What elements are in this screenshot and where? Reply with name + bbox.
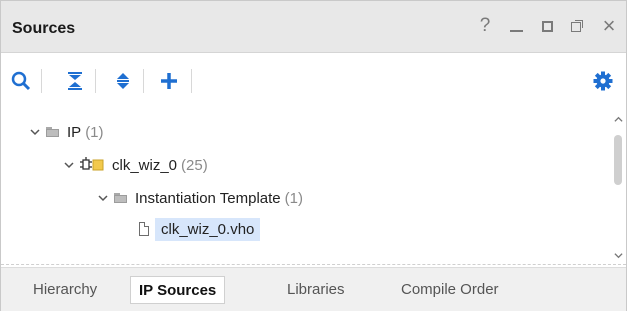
tree-node-instantiation-template[interactable]: Instantiation Template (1) bbox=[98, 184, 303, 212]
tab-libraries[interactable]: Libraries bbox=[279, 276, 353, 302]
tree-node-label: clk_wiz_0.vho bbox=[155, 217, 261, 241]
scroll-down-icon[interactable] bbox=[614, 251, 623, 260]
maximize-button[interactable] bbox=[537, 15, 557, 37]
sources-toolbar bbox=[1, 53, 626, 111]
tree-node-label: clk_wiz_0 bbox=[112, 156, 178, 174]
collapse-all-button[interactable] bbox=[63, 69, 87, 93]
collapse-all-icon bbox=[68, 72, 82, 90]
tree-node-count: (1) bbox=[85, 123, 104, 141]
gear-icon bbox=[593, 71, 613, 91]
divider bbox=[1, 264, 626, 265]
close-button[interactable]: × bbox=[599, 13, 619, 38]
ip-core-icon bbox=[80, 157, 104, 173]
folder-icon bbox=[46, 127, 59, 137]
settings-button[interactable] bbox=[591, 69, 615, 93]
expand-all-button[interactable] bbox=[111, 69, 135, 93]
expand-all-icon bbox=[117, 73, 129, 89]
panel-titlebar: Sources ? × bbox=[1, 1, 626, 53]
tree-node-count: (1) bbox=[284, 189, 303, 207]
file-icon bbox=[139, 222, 149, 236]
sources-tab-bar: Hierarchy IP Sources Libraries Compile O… bbox=[1, 267, 626, 311]
minimize-button[interactable] bbox=[506, 15, 526, 37]
scroll-up-icon[interactable] bbox=[614, 115, 623, 124]
panel-title: Sources bbox=[12, 20, 76, 37]
add-sources-button[interactable] bbox=[157, 69, 181, 93]
scrollbar-thumb[interactable] bbox=[614, 135, 622, 185]
search-icon bbox=[11, 71, 31, 91]
help-button[interactable]: ? bbox=[475, 15, 495, 37]
add-icon bbox=[161, 73, 177, 89]
sources-tree: IP (1) clk_wiz_0 (25) Instantiation Temp… bbox=[1, 111, 611, 263]
maximize-icon bbox=[541, 20, 553, 32]
tab-compile-order[interactable]: Compile Order bbox=[393, 276, 507, 302]
tree-node-label: Instantiation Template bbox=[135, 189, 281, 207]
folder-icon bbox=[114, 193, 127, 203]
help-icon: ? bbox=[479, 15, 491, 36]
tree-node-clk-wiz[interactable]: clk_wiz_0 (25) bbox=[64, 151, 208, 179]
tree-node-count: (25) bbox=[181, 156, 208, 174]
tree-node-label: IP bbox=[67, 123, 82, 141]
tree-vertical-scrollbar[interactable] bbox=[611, 111, 626, 263]
float-icon bbox=[570, 19, 584, 33]
tab-hierarchy[interactable]: Hierarchy bbox=[25, 276, 105, 302]
tree-node-vho-file[interactable]: clk_wiz_0.vho bbox=[139, 215, 261, 243]
chevron-down-icon[interactable] bbox=[30, 127, 40, 137]
close-icon: × bbox=[602, 13, 616, 38]
minimize-icon bbox=[509, 30, 523, 32]
tree-node-ip[interactable]: IP (1) bbox=[30, 118, 104, 146]
chevron-down-icon[interactable] bbox=[64, 160, 74, 170]
chevron-down-icon[interactable] bbox=[98, 193, 108, 203]
tab-ip-sources[interactable]: IP Sources bbox=[130, 276, 226, 304]
float-button[interactable] bbox=[567, 15, 587, 37]
search-button[interactable] bbox=[9, 69, 33, 93]
sources-panel: Sources ? × IP (1) clk_wiz_0 (25) Instan… bbox=[0, 0, 627, 311]
